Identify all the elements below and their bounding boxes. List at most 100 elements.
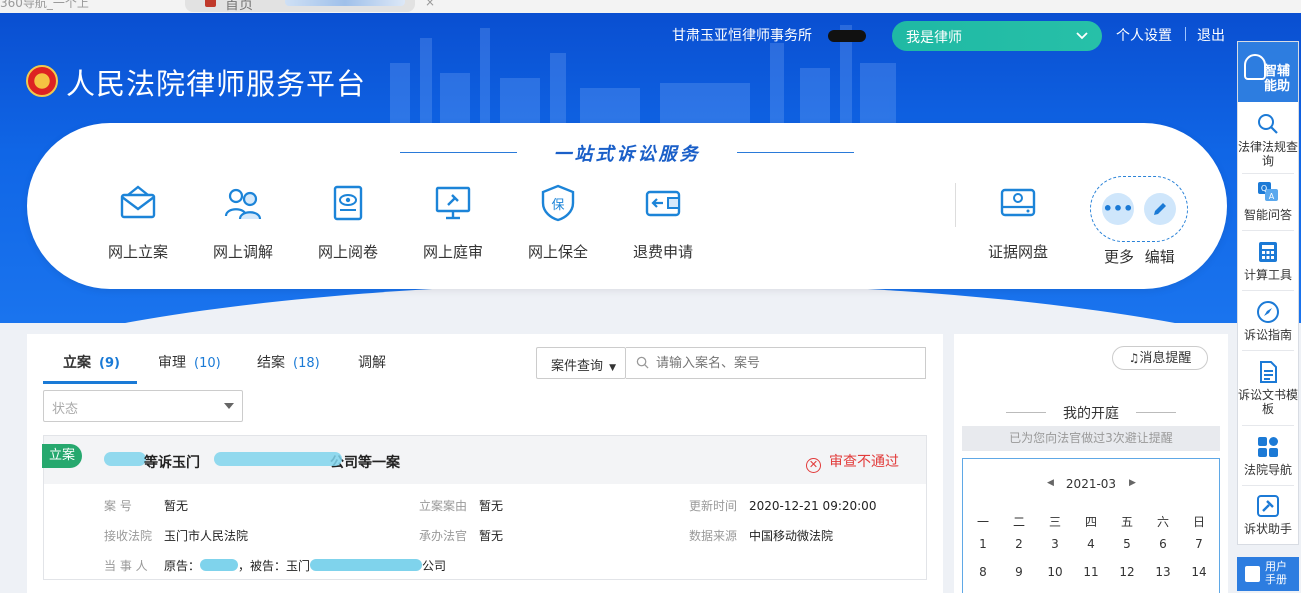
avoidance-note: 已为您向法官做过3次避让提醒 bbox=[962, 426, 1220, 451]
role-select[interactable]: 我是律师 bbox=[892, 21, 1102, 51]
active-tab-indicator bbox=[43, 381, 137, 384]
sidebar-item-qa[interactable]: AQ 智能问答 bbox=[1238, 180, 1298, 222]
service-online-mediation[interactable]: 网上调解 bbox=[193, 183, 293, 262]
calendar-day[interactable]: 1 bbox=[965, 537, 1001, 551]
case-card[interactable]: 立案 等诉玉门 公司等一案 ✕ 审查不通过 案 号暂无 立案案由 暂无 更新时间 202… bbox=[42, 435, 927, 580]
slogan-line-left bbox=[400, 152, 517, 153]
calendar-day[interactable]: 10 bbox=[1037, 565, 1073, 579]
calendar-day[interactable]: 7 bbox=[1181, 537, 1217, 551]
calendar: ◀ 2021-03 ▶ 一二三四五六日 1234567 8 9 10 11 12 13 14 bbox=[962, 458, 1220, 593]
calendar-day[interactable]: 9 bbox=[1001, 565, 1037, 579]
sidebar-item-court-nav[interactable]: 法院导航 bbox=[1238, 435, 1298, 477]
service-online-trial[interactable]: 网上庭审 bbox=[403, 183, 503, 262]
sidebar-item-label: 诉讼指南 bbox=[1243, 328, 1292, 342]
svg-text:Q: Q bbox=[1261, 184, 1267, 193]
more-label[interactable]: 更多 bbox=[1104, 248, 1134, 266]
service-refund-application[interactable]: 退费申请 bbox=[613, 183, 713, 262]
sidebar-item-guide[interactable]: 诉讼指南 bbox=[1238, 300, 1298, 342]
service-online-filing[interactable]: 网上立案 bbox=[88, 183, 188, 262]
redacted-text bbox=[214, 452, 342, 466]
status-filter-select[interactable]: 状态 bbox=[43, 390, 243, 422]
query-select-value: 案件查询 bbox=[551, 359, 604, 374]
gavel-icon bbox=[1256, 494, 1280, 518]
slogan-line-right bbox=[737, 152, 854, 153]
calendar-day[interactable]: 6 bbox=[1145, 537, 1181, 551]
weekday-label: 日 bbox=[1192, 515, 1205, 529]
divider bbox=[1242, 485, 1294, 486]
court-emblem-icon bbox=[26, 65, 58, 97]
svg-text:保: 保 bbox=[551, 198, 564, 213]
sidebar-item-complaint-helper[interactable]: 诉状助手 bbox=[1238, 494, 1298, 536]
case-search-input[interactable] bbox=[626, 347, 926, 379]
more-button[interactable]: ••• bbox=[1102, 193, 1134, 225]
calendar-day[interactable]: 12 bbox=[1109, 565, 1145, 579]
calendar-day[interactable]: 8 bbox=[965, 565, 1001, 579]
case-review-status: ✕ 审查不通过 bbox=[806, 451, 899, 473]
edit-label[interactable]: 编辑 bbox=[1145, 248, 1175, 266]
case-query-select[interactable]: 案件查询 ▼ bbox=[536, 347, 626, 379]
divider bbox=[1242, 230, 1294, 231]
calendar-day[interactable]: 14 bbox=[1181, 565, 1217, 579]
service-panel: 一站式诉讼服务 网上立案 网上调解 网上阅卷 网上庭审 保 网上保全 退费申请 bbox=[27, 123, 1227, 289]
case-panel: 立案 (9) 审理 (10) 结案 (18) 调解 案件查询 ▼ 状态 立案 等诉玉门… bbox=[27, 334, 943, 593]
calendar-day[interactable]: 11 bbox=[1073, 565, 1109, 579]
calendar-day[interactable]: 3 bbox=[1037, 537, 1073, 551]
service-evidence-disk[interactable]: 证据网盘 bbox=[968, 183, 1068, 262]
divider bbox=[1242, 290, 1294, 291]
sidebar-item-label: 法律法规查询 bbox=[1238, 140, 1299, 168]
tab-label: 调解 bbox=[358, 355, 386, 371]
redacted-text bbox=[285, 0, 405, 6]
logout-link[interactable]: 退出 bbox=[1197, 25, 1225, 45]
tab-close-icon[interactable]: × bbox=[425, 0, 435, 9]
service-online-preservation[interactable]: 保 网上保全 bbox=[508, 183, 608, 262]
monitor-gavel-icon bbox=[433, 183, 473, 223]
site-title: 人民法院律师服务平台 bbox=[66, 67, 367, 101]
calendar-day[interactable]: 4 bbox=[1073, 537, 1109, 551]
sidebar-item-law-search[interactable]: 法律法规查询 bbox=[1238, 112, 1298, 168]
sidebar-item-templates[interactable]: 诉讼文书模板 bbox=[1238, 360, 1298, 416]
bell-icon: ♫ bbox=[1128, 351, 1140, 365]
calendar-day[interactable]: 13 bbox=[1145, 565, 1181, 579]
more-edit-labels: 更多 编辑 bbox=[1104, 246, 1175, 267]
svg-text:A: A bbox=[1269, 192, 1275, 201]
tab-hearing[interactable]: 审理 (10) bbox=[158, 352, 221, 372]
field-court: 接收法院 玉门市人民法院 bbox=[104, 529, 249, 543]
favicon-icon bbox=[205, 0, 216, 7]
next-month-icon[interactable]: ▶ bbox=[1129, 478, 1136, 488]
tab-filed[interactable]: 立案 (9) bbox=[63, 352, 120, 372]
browser-tab-strip: 360导航_一个上 首页 × bbox=[0, 0, 1301, 13]
edit-button[interactable] bbox=[1144, 193, 1176, 225]
case-card-header: 立案 等诉玉门 公司等一案 ✕ 审查不通过 bbox=[42, 436, 926, 484]
message-reminder-button[interactable]: ♫消息提醒 bbox=[1112, 346, 1208, 370]
tab-closed[interactable]: 结案 (18) bbox=[257, 352, 320, 372]
service-label: 退费申请 bbox=[632, 243, 693, 261]
divider bbox=[1242, 425, 1294, 426]
week-row[interactable]: 1234567 bbox=[963, 537, 1219, 557]
field-parties: 当 事 人原告： ，被告：玉门 公司 bbox=[104, 559, 447, 573]
calendar-day[interactable]: 5 bbox=[1109, 537, 1145, 551]
more-edit-group: ••• bbox=[1090, 176, 1188, 242]
calendar-day[interactable]: 2 bbox=[1001, 537, 1037, 551]
smart-assist-header[interactable]: 智辅能助 bbox=[1238, 42, 1298, 102]
tab-mediation[interactable]: 调解 bbox=[358, 352, 386, 372]
browser-tab-prefix[interactable]: 360导航_一个上 bbox=[0, 0, 89, 11]
shield-bao-icon: 保 bbox=[538, 183, 578, 223]
browser-tab[interactable]: 首页 bbox=[185, 0, 415, 13]
sidebar-item-calculator[interactable]: 计算工具 bbox=[1238, 240, 1298, 282]
case-status-tag: 立案 bbox=[42, 444, 82, 468]
week-row[interactable]: 8 9 10 11 12 13 14 bbox=[963, 565, 1219, 585]
my-hearings-title: 我的开庭 bbox=[954, 403, 1228, 423]
search-icon bbox=[636, 356, 649, 369]
service-label: 网上阅卷 bbox=[317, 243, 378, 261]
service-online-review[interactable]: 网上阅卷 bbox=[298, 183, 398, 262]
sidebar-item-label: 计算工具 bbox=[1243, 268, 1292, 282]
sidebar-item-label: 诉状助手 bbox=[1243, 522, 1292, 536]
user-manual-button[interactable]: 用户手册 bbox=[1237, 557, 1299, 591]
service-label: 网上保全 bbox=[527, 243, 588, 261]
chevron-down-icon bbox=[1074, 27, 1090, 47]
sidebar-item-label: 诉讼文书模板 bbox=[1238, 388, 1299, 416]
personal-settings-link[interactable]: 个人设置 bbox=[1116, 25, 1172, 45]
tab-label: 审理 bbox=[158, 355, 186, 371]
redacted-text bbox=[200, 559, 239, 571]
tab-label: 结案 bbox=[257, 355, 285, 371]
